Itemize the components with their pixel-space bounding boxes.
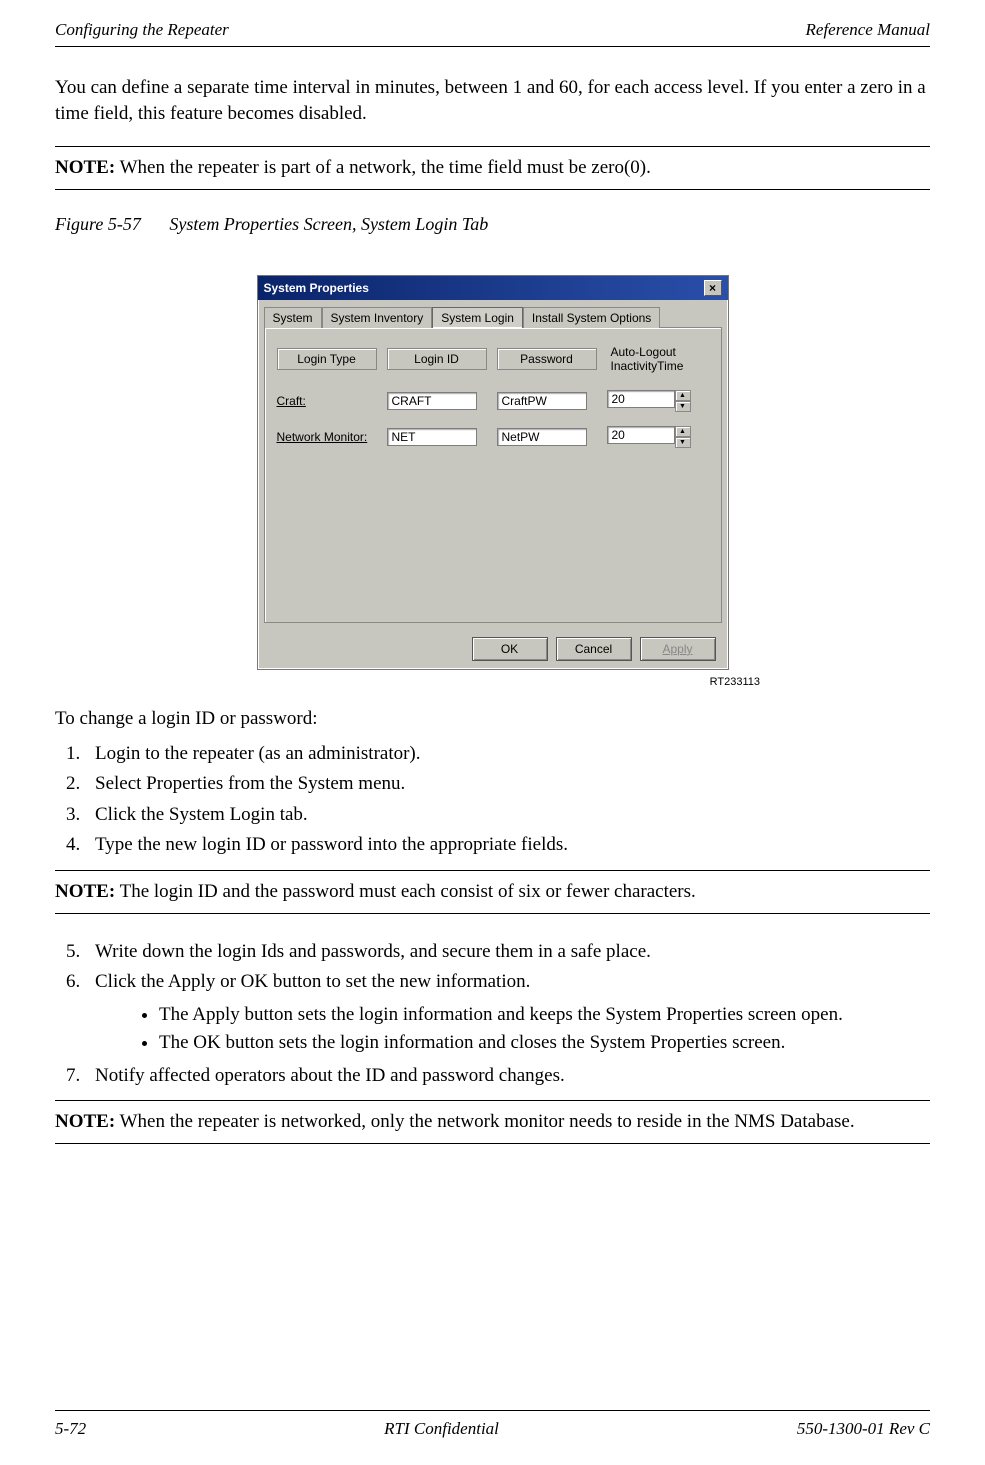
row-label-craft: Craft:	[277, 394, 377, 408]
note-2-text: The login ID and the password must each …	[120, 881, 696, 902]
substep-1: The Apply button sets the login informat…	[159, 1001, 930, 1030]
craft-time-spinner[interactable]	[607, 390, 675, 408]
note-1: NOTE: When the repeater is part of a net…	[55, 146, 930, 190]
col-login-id: Login ID	[387, 348, 487, 370]
footer-center: RTI Confidential	[384, 1419, 499, 1439]
system-properties-window: System Properties × System System Invent…	[257, 275, 729, 670]
step-4: Type the new login ID or password into t…	[85, 831, 930, 860]
note-3-text: When the repeater is networked, only the…	[120, 1111, 855, 1132]
step-2: Select Properties from the System menu.	[85, 770, 930, 799]
net-spin-down-icon[interactable]: ▼	[675, 437, 691, 448]
tab-system[interactable]: System	[264, 307, 322, 328]
substep-2: The OK button sets the login information…	[159, 1029, 930, 1058]
craft-password-input[interactable]	[497, 392, 587, 410]
craft-spin-down-icon[interactable]: ▼	[675, 401, 691, 412]
col-auto-logout: Auto-Logout InactivityTime	[607, 342, 707, 376]
step-6: Click the Apply or OK button to set the …	[85, 968, 930, 1058]
tab-system-inventory[interactable]: System Inventory	[322, 307, 433, 328]
steps-list-a: Login to the repeater (as an administrat…	[55, 740, 930, 860]
window-title: System Properties	[264, 281, 369, 295]
footer-page-num: 5-72	[55, 1419, 86, 1439]
window-titlebar: System Properties ×	[258, 276, 728, 300]
col-login-type: Login Type	[277, 348, 377, 370]
screenshot-id-label: RT233113	[55, 676, 930, 688]
net-time-spinner[interactable]	[607, 426, 675, 444]
note-3-label: NOTE:	[55, 1111, 115, 1132]
note-2-label: NOTE:	[55, 881, 115, 902]
craft-spin-up-icon[interactable]: ▲	[675, 390, 691, 401]
net-login-id-input[interactable]	[387, 428, 477, 446]
cancel-button[interactable]: Cancel	[556, 637, 632, 661]
step-7: Notify affected operators about the ID a…	[85, 1062, 930, 1091]
step-1: Login to the repeater (as an administrat…	[85, 740, 930, 769]
apply-button[interactable]: Apply	[640, 637, 716, 661]
craft-login-id-input[interactable]	[387, 392, 477, 410]
tab-panel: Login Type Login ID Password Auto-Logout…	[264, 327, 722, 623]
page-footer: 5-72 RTI Confidential 550-1300-01 Rev C	[55, 1410, 930, 1439]
header-right: Reference Manual	[806, 20, 930, 40]
intro-paragraph: You can define a separate time interval …	[55, 75, 930, 126]
note-1-text: When the repeater is part of a network, …	[120, 157, 651, 178]
note-1-label: NOTE:	[55, 157, 115, 178]
step-3: Click the System Login tab.	[85, 801, 930, 830]
footer-doc-rev: 550-1300-01 Rev C	[797, 1419, 930, 1439]
tab-install-system-options[interactable]: Install System Options	[523, 307, 660, 328]
row-label-network-monitor: Network Monitor:	[277, 430, 377, 444]
screenshot-container: System Properties × System System Invent…	[55, 275, 930, 670]
tab-system-login[interactable]: System Login	[432, 307, 523, 328]
note-3: NOTE: When the repeater is networked, on…	[55, 1100, 930, 1144]
ok-button[interactable]: OK	[472, 637, 548, 661]
tab-strip: System System Inventory System Login Ins…	[264, 306, 722, 327]
note-2: NOTE: The login ID and the password must…	[55, 870, 930, 914]
figure-number: Figure 5-57	[55, 214, 141, 234]
close-icon[interactable]: ×	[704, 280, 722, 296]
figure-caption: Figure 5-57 System Properties Screen, Sy…	[55, 214, 930, 235]
step-5: Write down the login Ids and passwords, …	[85, 938, 930, 967]
header-left: Configuring the Repeater	[55, 20, 229, 40]
col-password: Password	[497, 348, 597, 370]
page-header: Configuring the Repeater Reference Manua…	[55, 20, 930, 47]
net-password-input[interactable]	[497, 428, 587, 446]
steps-list-b: Write down the login Ids and passwords, …	[55, 938, 930, 1091]
procedure-heading: To change a login ID or password:	[55, 708, 930, 730]
substeps-list: The Apply button sets the login informat…	[119, 1001, 930, 1058]
figure-title: System Properties Screen, System Login T…	[169, 214, 488, 234]
net-spin-up-icon[interactable]: ▲	[675, 426, 691, 437]
